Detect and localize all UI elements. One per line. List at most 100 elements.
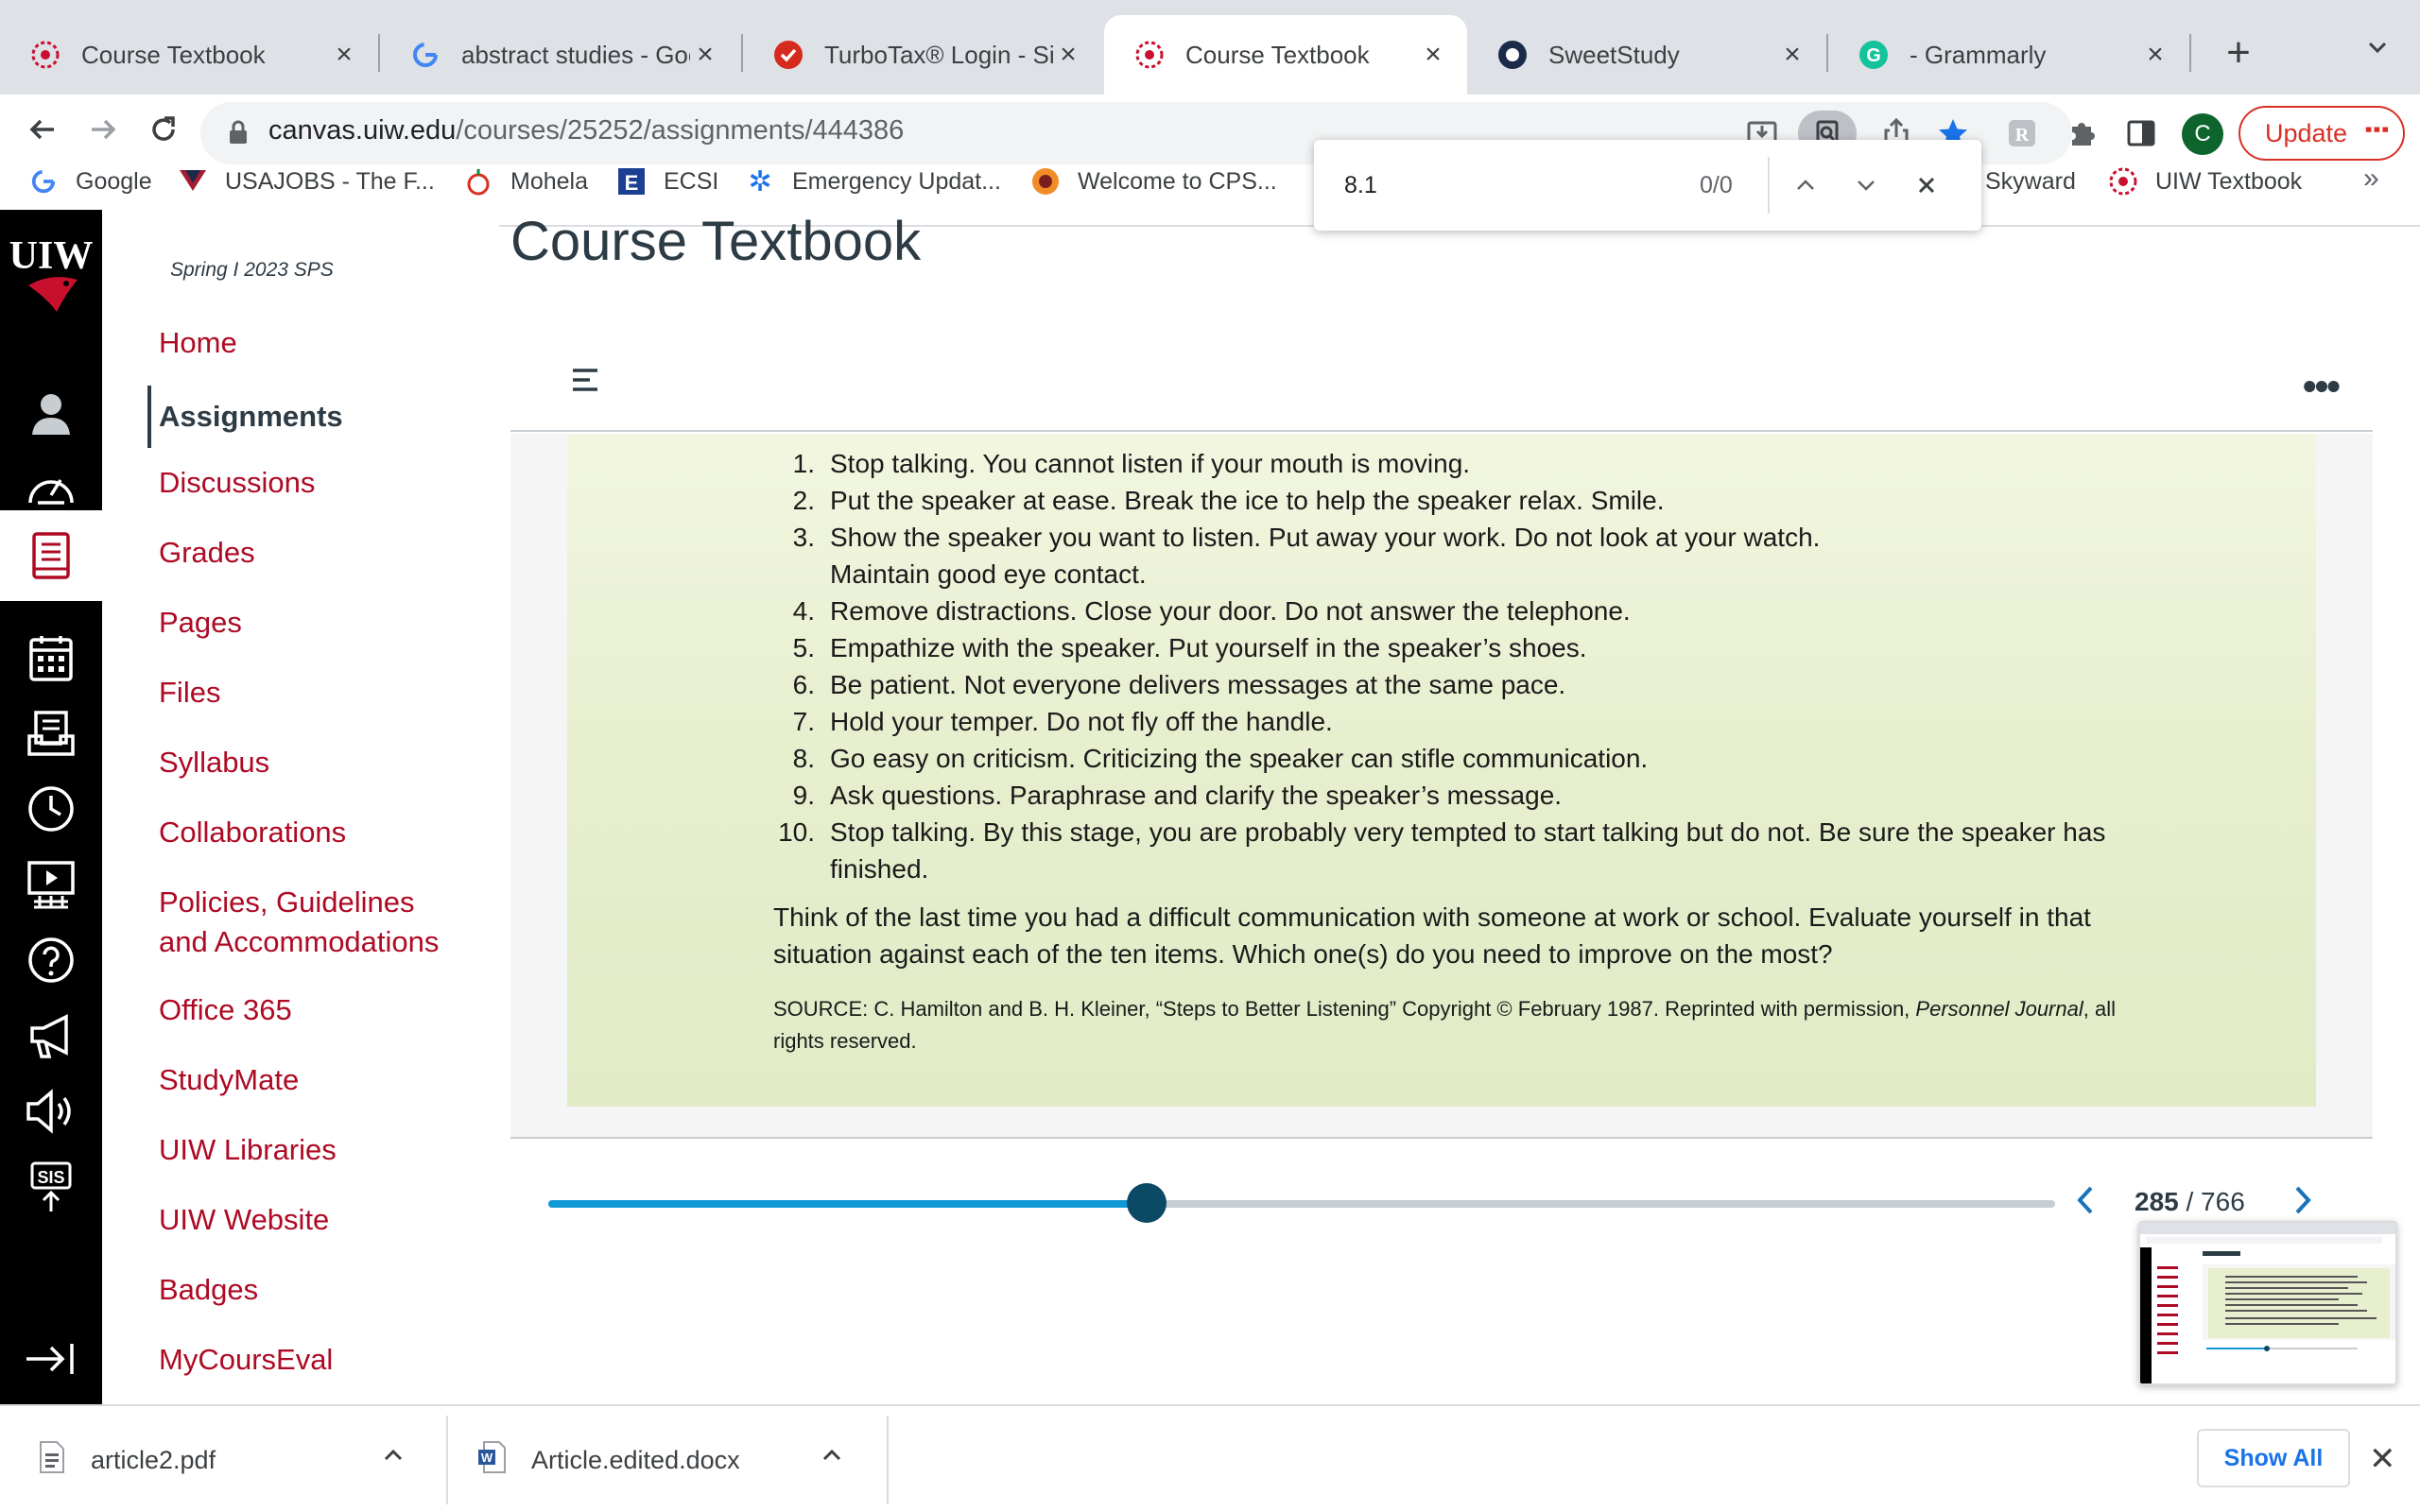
list-number: 8. [792,744,815,773]
bookmark-emergency[interactable]: ✲ Emergency Updat... [745,161,1001,202]
chevron-right-icon[interactable] [2290,1183,2316,1222]
double-chevron-right-icon[interactable]: » [2363,163,2379,195]
extension-r-icon[interactable]: R [1998,110,2046,157]
course-nav-files[interactable]: Files [159,673,220,713]
page-slider[interactable] [548,1183,2055,1223]
url-text[interactable]: canvas.uiw.edu/courses/25252/assignments… [268,115,904,146]
new-tab-plus-icon[interactable]: + [2210,25,2267,81]
list-item: 7. Hold your temper. Do not fly off the h… [768,703,2186,740]
snowflake-icon: ✲ [748,165,772,198]
close-icon[interactable]: × [1053,39,1083,71]
tab-title: TurboTax® Login - Sign [824,40,1053,69]
course-nav-badges[interactable]: Badges [159,1270,258,1310]
browser-tab[interactable]: TurboTax® Login - Sign × [743,15,1102,94]
course-nav-studymate[interactable]: StudyMate [159,1060,299,1100]
bookmark-label: ECSI [664,167,719,195]
help-icon[interactable] [0,922,102,998]
puzzle-extensions-icon[interactable] [2059,110,2106,157]
browser-tab-active[interactable]: Course Textbook × [1104,15,1467,94]
calendar-icon[interactable] [0,620,102,696]
bookmark-label: Skyward [1985,167,2076,195]
bookmark-mohela[interactable]: Mohela [463,161,588,202]
browser-tab[interactable]: abstract studies - Goo × [380,15,739,94]
course-nav-assignments[interactable]: Assignments [147,386,343,448]
page-title: Course Textbook [510,211,922,272]
back-arrow-icon[interactable] [19,112,66,159]
course-nav-collaborations[interactable]: Collaborations [159,813,346,852]
course-term: Spring I 2023 SPS [170,259,334,281]
bookmark-label: Mohela [510,167,588,195]
book-page: 1. Stop talking. You cannot listen if you… [567,434,2316,1107]
forward-arrow-icon[interactable] [79,112,127,159]
svg-text:R: R [2015,125,2030,146]
current-page[interactable]: 285 [2135,1187,2179,1216]
courses-icon[interactable] [0,510,102,601]
sis-icon[interactable]: SIS [0,1149,102,1225]
audio-icon[interactable] [0,1074,102,1149]
browser-tab[interactable]: Course Textbook × [0,15,378,94]
course-nav-pages[interactable]: Pages [159,603,242,643]
course-nav-office365[interactable]: Office 365 [159,990,292,1030]
chevron-up-icon[interactable] [380,1442,406,1475]
update-button[interactable]: Update ⋮ [2238,106,2405,161]
bookmark-skyward[interactable]: Skyward [1985,161,2076,202]
course-nav-uiw-libraries[interactable]: UIW Libraries [159,1130,337,1170]
close-icon[interactable]: × [2140,39,2170,71]
course-nav-home[interactable]: Home [159,323,237,363]
list-item: 1. Stop talking. You cannot listen if you… [768,445,2186,482]
studio-icon[interactable] [0,847,102,922]
close-icon[interactable]: × [1418,39,1448,71]
bookmark-google[interactable]: Google [28,161,152,202]
browser-tab[interactable]: G - Grammarly × [1828,15,2189,94]
chevron-up-icon[interactable] [1785,164,1826,206]
close-icon[interactable]: × [329,39,359,71]
account-icon[interactable] [0,374,102,450]
bookmark-usajobs[interactable]: USAJOBS - The F... [178,161,435,202]
reload-icon[interactable] [140,112,187,159]
side-panel-icon[interactable] [2118,110,2165,157]
download-filename: article2.pdf [91,1445,216,1474]
bookmark-ecsi[interactable]: E ECSI [616,161,718,202]
history-icon[interactable] [0,771,102,847]
show-all-button[interactable]: Show All [2197,1429,2350,1487]
course-nav-mycourseval[interactable]: MyCoursEval [159,1340,333,1380]
course-nav-policies[interactable]: Policies, Guidelines and Accommodations [159,883,439,962]
close-icon[interactable]: × [1777,39,1807,71]
collapse-nav-icon[interactable] [0,1321,102,1397]
announcement-icon[interactable] [0,998,102,1074]
page-slider-thumb[interactable] [1126,1183,1167,1223]
profile-avatar[interactable]: C [2182,113,2223,155]
chevron-down-icon[interactable] [2354,28,2401,76]
download-item[interactable]: W Article.edited.docx [476,1406,873,1512]
course-nav-uiw-website[interactable]: UIW Website [159,1200,329,1240]
chevron-left-icon[interactable] [2072,1183,2099,1222]
list-text: Put the speaker at ease. Break the ice t… [830,486,1665,515]
download-item[interactable]: article2.pdf [38,1406,435,1512]
bookmark-uiw-textbook[interactable]: UIW Textbook [2108,161,2302,202]
ecsi-icon: E [616,166,647,197]
course-nav-grades[interactable]: Grades [159,533,255,573]
listening-steps-list: 1. Stop talking. You cannot listen if you… [768,445,2186,887]
more-options-icon[interactable]: ••• [2303,364,2341,409]
divider [446,1416,448,1504]
lock-icon[interactable] [227,119,250,150]
list-number: 4. [792,596,815,626]
browser-tab[interactable]: SweetStudy × [1467,15,1826,94]
chevron-down-icon[interactable] [1845,164,1887,206]
screenshot-thumbnail[interactable] [2138,1221,2397,1385]
bookmark-label: Emergency Updat... [792,167,1001,195]
kebab-menu-icon[interactable]: ⋮ [2360,115,2392,144]
uiw-logo[interactable]: UIW [0,219,102,333]
chevron-up-icon[interactable] [819,1442,845,1475]
inbox-icon[interactable] [0,696,102,771]
course-nav-syllabus[interactable]: Syllabus [159,743,269,782]
find-input[interactable]: 8.1 [1344,172,1377,199]
close-icon[interactable]: × [690,39,720,71]
list-number: 3. [792,523,815,552]
table-of-contents-icon[interactable] [571,368,599,397]
close-icon[interactable] [1906,164,1947,206]
close-icon[interactable]: ✕ [2369,1440,2396,1478]
url-path: /courses/25252/assignments/444386 [456,115,905,146]
bookmark-cps[interactable]: Welcome to CPS... [1030,161,1277,202]
course-nav-discussions[interactable]: Discussions [159,463,315,503]
